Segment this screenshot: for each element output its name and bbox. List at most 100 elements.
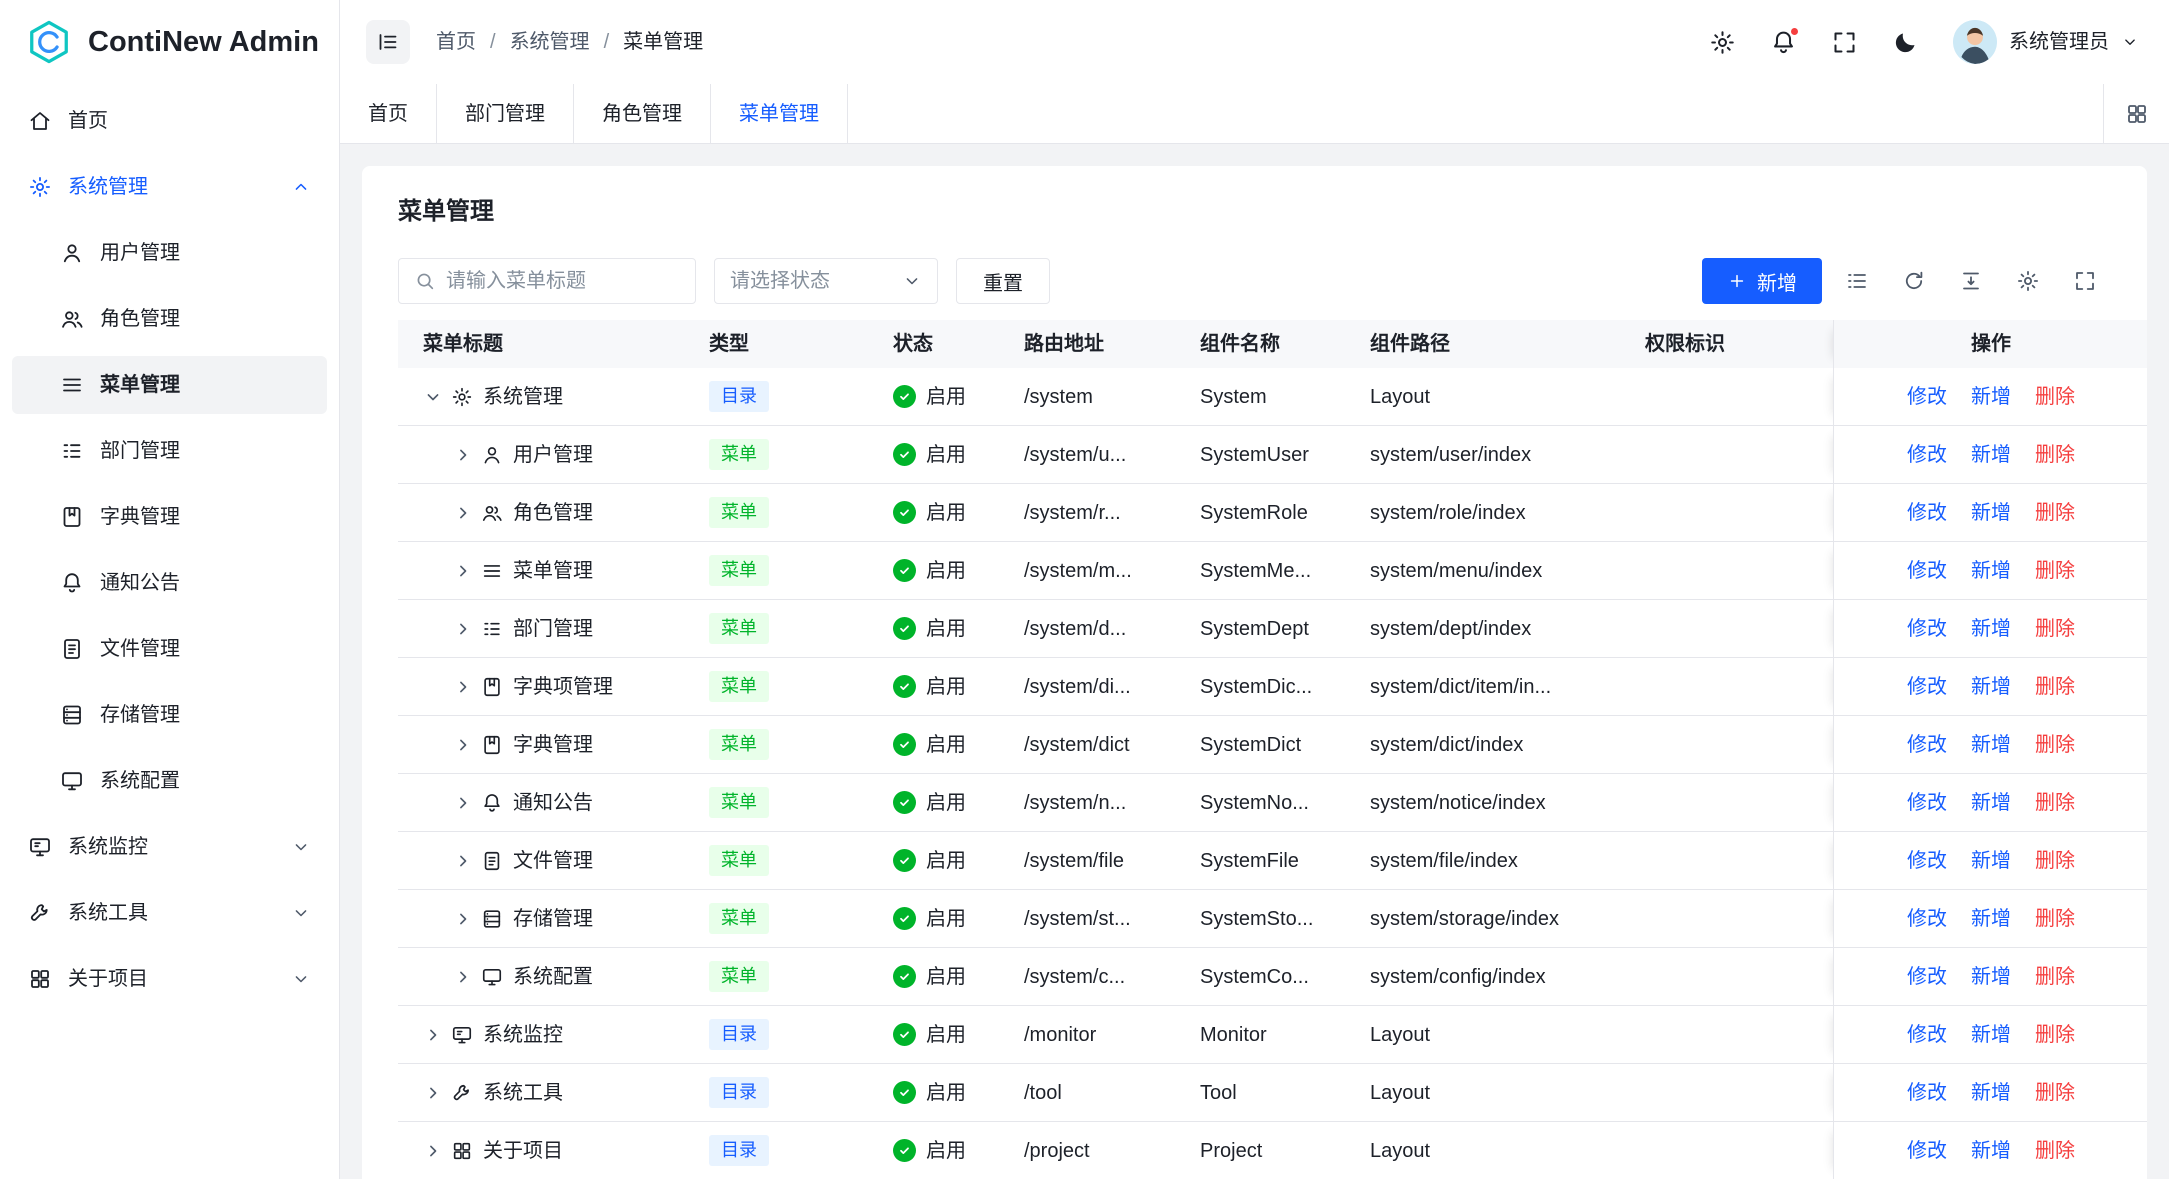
table-row: 关于项目目录启用/projectProjectLayout修改新增删除 — [398, 1122, 2147, 1179]
sidebar-item-user[interactable]: 用户管理 — [12, 224, 327, 282]
delete-link[interactable]: 删除 — [2035, 499, 2075, 527]
column-settings-button[interactable] — [2006, 259, 2050, 303]
delete-link[interactable]: 删除 — [2035, 1021, 2075, 1049]
chevron-right-icon[interactable] — [453, 503, 473, 523]
edit-link[interactable]: 修改 — [1907, 1021, 1947, 1049]
settings-button[interactable] — [1709, 29, 1736, 56]
sidebar-item-notice[interactable]: 通知公告 — [12, 554, 327, 612]
add-link[interactable]: 新增 — [1971, 383, 2011, 411]
add-link[interactable]: 新增 — [1971, 1137, 2011, 1165]
collapse-sidebar-button[interactable] — [366, 20, 410, 64]
delete-link[interactable]: 删除 — [2035, 1137, 2075, 1165]
delete-link[interactable]: 删除 — [2035, 963, 2075, 991]
batch-list-button[interactable] — [1835, 259, 1879, 303]
sidebar-item-file[interactable]: 文件管理 — [12, 620, 327, 678]
sidebar-item-monitor[interactable]: 系统监控 — [12, 818, 327, 876]
breadcrumb-item[interactable]: 菜单管理 — [623, 28, 703, 56]
add-link[interactable]: 新增 — [1971, 441, 2011, 469]
notifications-button[interactable] — [1770, 29, 1797, 56]
delete-link[interactable]: 删除 — [2035, 441, 2075, 469]
edit-link[interactable]: 修改 — [1907, 673, 1947, 701]
delete-link[interactable]: 删除 — [2035, 847, 2075, 875]
chevron-right-icon[interactable] — [453, 677, 473, 697]
edit-link[interactable]: 修改 — [1907, 731, 1947, 759]
table-fullscreen-button[interactable] — [2063, 259, 2107, 303]
breadcrumb-item[interactable]: 系统管理 — [510, 28, 590, 56]
chevron-right-icon[interactable] — [423, 1141, 443, 1161]
chevron-right-icon[interactable] — [453, 619, 473, 639]
edit-link[interactable]: 修改 — [1907, 847, 1947, 875]
status-select[interactable]: 请选择状态 — [714, 258, 938, 304]
edit-link[interactable]: 修改 — [1907, 1137, 1947, 1165]
sidebar-item-menu[interactable]: 菜单管理 — [12, 356, 327, 414]
sidebar-item-storage[interactable]: 存储管理 — [12, 686, 327, 744]
add-link[interactable]: 新增 — [1971, 615, 2011, 643]
tab-0[interactable]: 首页 — [340, 84, 437, 143]
delete-link[interactable]: 删除 — [2035, 615, 2075, 643]
sidebar-item-dept[interactable]: 部门管理 — [12, 422, 327, 480]
add-link[interactable]: 新增 — [1971, 905, 2011, 933]
fullscreen-button[interactable] — [1831, 29, 1858, 56]
sidebar-item-role[interactable]: 角色管理 — [12, 290, 327, 348]
edit-link[interactable]: 修改 — [1907, 1079, 1947, 1107]
add-link[interactable]: 新增 — [1971, 847, 2011, 875]
menu-icon — [60, 373, 84, 397]
chevron-right-icon[interactable] — [453, 445, 473, 465]
add-link[interactable]: 新增 — [1971, 1079, 2011, 1107]
chevron-right-icon[interactable] — [453, 967, 473, 987]
dark-mode-button[interactable] — [1892, 29, 1919, 56]
chevron-right-icon[interactable] — [453, 561, 473, 581]
chevron-right-icon[interactable] — [453, 851, 473, 871]
sidebar-item-home[interactable]: 首页 — [12, 92, 327, 150]
sidebar-item-config[interactable]: 系统配置 — [12, 752, 327, 810]
add-link[interactable]: 新增 — [1971, 1021, 2011, 1049]
expand-collapse-button[interactable] — [1949, 259, 1993, 303]
delete-link[interactable]: 删除 — [2035, 1079, 2075, 1107]
tab-2[interactable]: 角色管理 — [574, 84, 711, 143]
sidebar-item-dict[interactable]: 字典管理 — [12, 488, 327, 546]
edit-link[interactable]: 修改 — [1907, 383, 1947, 411]
delete-link[interactable]: 删除 — [2035, 557, 2075, 585]
refresh-button[interactable] — [1892, 259, 1936, 303]
breadcrumb-item[interactable]: 首页 — [436, 28, 476, 56]
tab-overview-button[interactable] — [2103, 84, 2169, 143]
cell-route: /system/u... — [999, 426, 1175, 483]
edit-link[interactable]: 修改 — [1907, 789, 1947, 817]
sidebar-item-system[interactable]: 系统管理 — [12, 158, 327, 216]
avatar[interactable] — [1953, 20, 1997, 64]
sidebar-item-tools[interactable]: 系统工具 — [12, 884, 327, 942]
add-button[interactable]: 新增 — [1702, 258, 1822, 304]
cell-route: /project — [999, 1122, 1175, 1179]
chevron-right-icon[interactable] — [423, 1025, 443, 1045]
edit-link[interactable]: 修改 — [1907, 963, 1947, 991]
delete-link[interactable]: 删除 — [2035, 673, 2075, 701]
add-link[interactable]: 新增 — [1971, 499, 2011, 527]
status-cell: 启用 — [868, 368, 999, 425]
search-input[interactable] — [446, 270, 680, 293]
chevron-right-icon[interactable] — [453, 909, 473, 929]
chevron-right-icon[interactable] — [453, 735, 473, 755]
delete-link[interactable]: 删除 — [2035, 383, 2075, 411]
reset-button[interactable]: 重置 — [956, 258, 1050, 304]
chevron-right-icon[interactable] — [423, 1083, 443, 1103]
edit-link[interactable]: 修改 — [1907, 441, 1947, 469]
add-link[interactable]: 新增 — [1971, 963, 2011, 991]
edit-link[interactable]: 修改 — [1907, 499, 1947, 527]
delete-link[interactable]: 删除 — [2035, 905, 2075, 933]
edit-link[interactable]: 修改 — [1907, 905, 1947, 933]
add-link[interactable]: 新增 — [1971, 789, 2011, 817]
add-link[interactable]: 新增 — [1971, 673, 2011, 701]
delete-link[interactable]: 删除 — [2035, 789, 2075, 817]
chevron-down-icon[interactable] — [423, 387, 443, 407]
user-menu[interactable]: 系统管理员 — [1953, 20, 2139, 64]
edit-link[interactable]: 修改 — [1907, 615, 1947, 643]
add-link[interactable]: 新增 — [1971, 731, 2011, 759]
tab-3[interactable]: 菜单管理 — [711, 84, 848, 143]
edit-link[interactable]: 修改 — [1907, 557, 1947, 585]
chevron-right-icon[interactable] — [453, 793, 473, 813]
sidebar-item-about[interactable]: 关于项目 — [12, 950, 327, 1008]
menu-title-cell: 系统管理 — [398, 368, 684, 425]
tab-1[interactable]: 部门管理 — [437, 84, 574, 143]
delete-link[interactable]: 删除 — [2035, 731, 2075, 759]
add-link[interactable]: 新增 — [1971, 557, 2011, 585]
